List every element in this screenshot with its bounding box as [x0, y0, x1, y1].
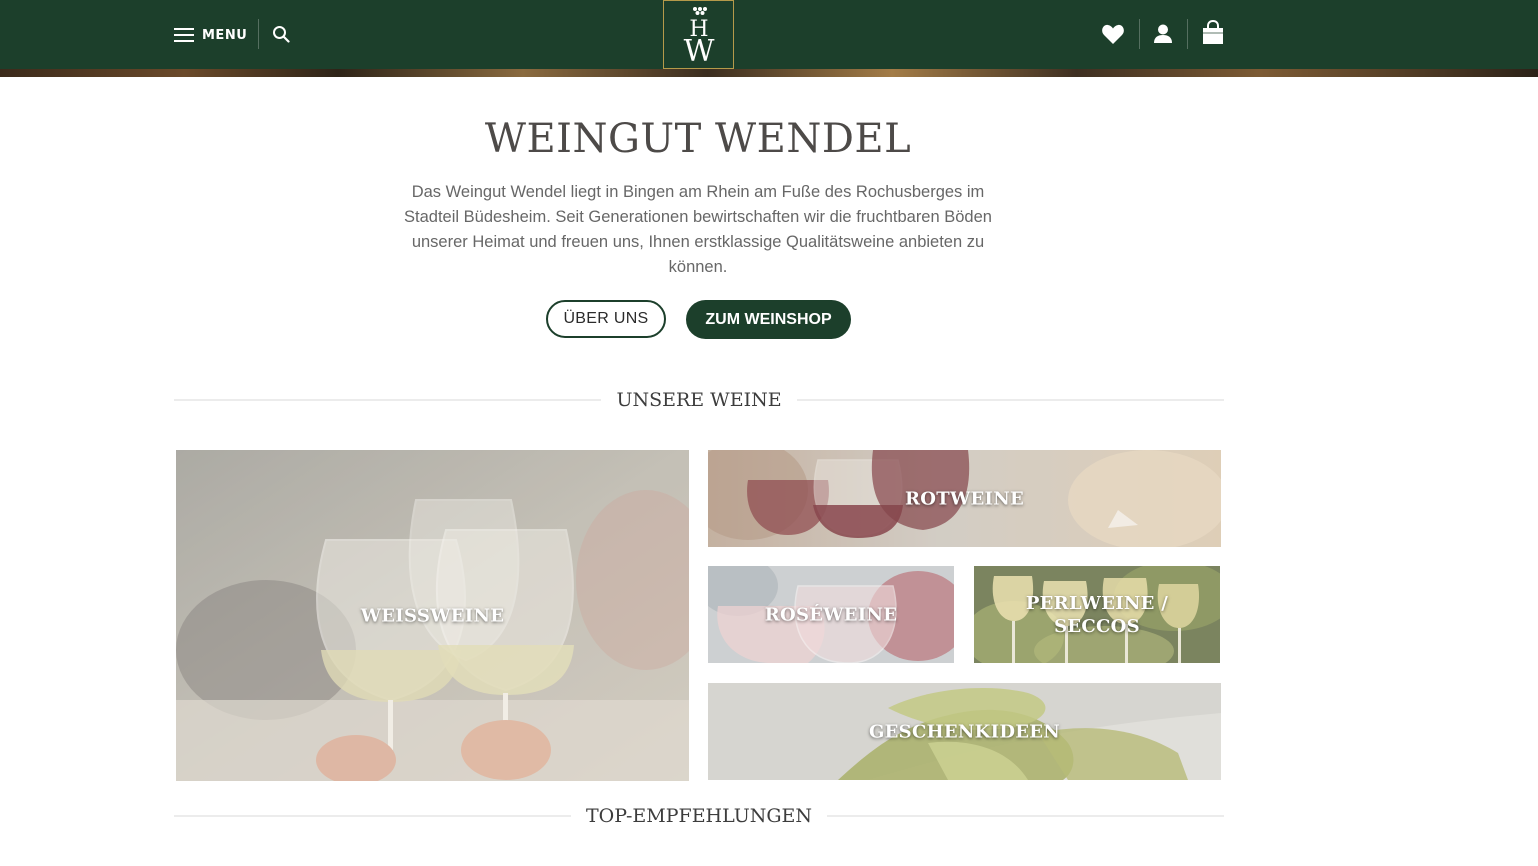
shop-button[interactable]: ZUM WEINSHOP	[686, 300, 851, 339]
header-divider	[1187, 19, 1188, 49]
tile-label: WEISSWEINE	[360, 605, 505, 626]
heading-rule	[174, 399, 602, 401]
category-tile-roseweine[interactable]: ROSÉWEINE	[708, 566, 954, 663]
tile-label: ROSÉWEINE	[764, 604, 898, 625]
logo-mark-icon: H W	[683, 6, 714, 67]
heart-icon[interactable]	[1101, 23, 1125, 45]
site-header: MENU H W	[0, 0, 1538, 69]
search-icon[interactable]	[272, 25, 290, 43]
header-divider	[1139, 19, 1140, 49]
section-heading-wines: UNSERE WEINE	[174, 385, 1225, 415]
heading-rule	[174, 815, 571, 817]
menu-label: MENU	[202, 27, 248, 43]
tile-label: GESCHENKIDEEN	[868, 721, 1061, 742]
section-heading-top: TOP-EMPFEHLUNGEN	[174, 801, 1225, 831]
heading-rule	[827, 815, 1225, 817]
category-tile-geschenkideen[interactable]: GESCHENKIDEEN	[708, 683, 1221, 780]
tile-label: ROTWEINE	[905, 488, 1024, 509]
shopping-bag-icon[interactable]	[1201, 20, 1225, 46]
tile-label: PERLWEINE / SECCOS	[1025, 592, 1169, 637]
svg-text:W: W	[683, 34, 714, 67]
about-button[interactable]: ÜBER UNS	[546, 300, 666, 338]
category-tile-perlweine-seccos[interactable]: PERLWEINE / SECCOS	[974, 566, 1220, 663]
intro-text: Das Weingut Wendel liegt in Bingen am Rh…	[404, 183, 992, 276]
category-tile-rotweine[interactable]: ROTWEINE	[708, 450, 1221, 547]
section-title: TOP-EMPFEHLUNGEN	[585, 805, 813, 827]
category-tile-weissweine[interactable]: WEISSWEINE	[176, 450, 689, 781]
menu-button[interactable]: MENU	[174, 22, 247, 48]
header-divider	[258, 19, 259, 49]
page-title: WEINGUT WENDEL	[484, 116, 912, 162]
heading-rule	[796, 399, 1225, 401]
site-logo[interactable]: H W	[663, 0, 734, 69]
section-title: UNSERE WEINE	[616, 389, 782, 411]
hero-image-strip	[0, 69, 1538, 77]
hamburger-icon	[174, 28, 194, 42]
user-icon[interactable]	[1153, 23, 1173, 45]
